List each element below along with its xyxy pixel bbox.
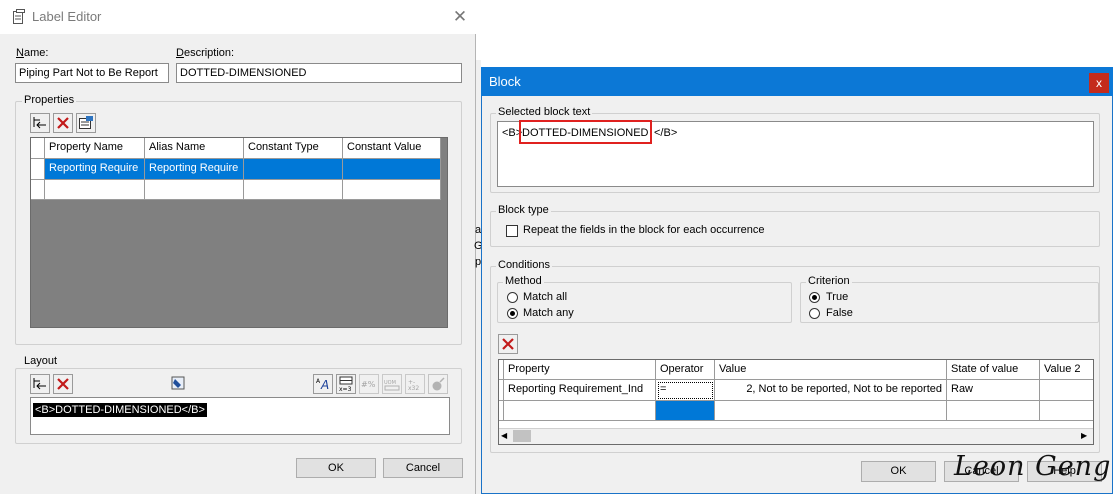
- delete-condition-button[interactable]: [498, 334, 518, 354]
- column-header-value[interactable]: Value: [715, 360, 947, 380]
- paint-format-button[interactable]: [170, 375, 186, 391]
- repeat-fields-label: Repeat the fields in the block for each …: [523, 224, 765, 236]
- empty-cell[interactable]: [1040, 401, 1093, 421]
- description-label: Description:: [176, 47, 235, 59]
- uom-button[interactable]: UOM: [382, 374, 402, 394]
- block-dialog-titlebar[interactable]: [481, 67, 1113, 96]
- special-button[interactable]: [428, 374, 448, 394]
- criterion-group-title: Criterion: [806, 275, 852, 287]
- svg-text:A: A: [320, 378, 329, 392]
- label-editor-close-icon[interactable]: ✕: [451, 8, 469, 26]
- column-header-state-of-value[interactable]: State of value: [947, 360, 1040, 380]
- svg-text:x=3: x=3: [339, 386, 352, 393]
- cell-constant-value[interactable]: [343, 159, 441, 180]
- properties-group-title: Properties: [22, 94, 77, 106]
- grid-corner: [31, 138, 45, 159]
- description-field[interactable]: DOTTED-DIMENSIONED: [176, 63, 462, 83]
- label-editor-app-icon: [13, 9, 25, 24]
- block-type-group-title: Block type: [496, 204, 551, 216]
- cell-state-of-value[interactable]: Raw: [947, 380, 1040, 401]
- criterion-false-radio[interactable]: [809, 308, 820, 319]
- column-header-operator[interactable]: Operator: [656, 360, 715, 380]
- row-header[interactable]: [31, 180, 45, 200]
- column-header-property-name[interactable]: Property Name: [45, 138, 145, 159]
- match-any-label: Match any: [523, 307, 574, 319]
- row-header[interactable]: [31, 159, 45, 180]
- formula-icon: x=3: [339, 376, 353, 393]
- svg-text:UOM: UOM: [384, 380, 396, 386]
- watermark-signature: Leon Geng: [954, 451, 1112, 482]
- criterion-true-radio[interactable]: [809, 292, 820, 303]
- block-ok-button[interactable]: OK: [861, 461, 936, 482]
- criterion-false-label: False: [826, 307, 853, 319]
- delete-icon: [57, 378, 69, 390]
- selected-block-group-title: Selected block text: [496, 106, 593, 118]
- repeat-fields-checkbox[interactable]: [506, 225, 518, 237]
- insert-field-icon: [33, 378, 46, 390]
- column-header-alias-name[interactable]: Alias Name: [145, 138, 244, 159]
- cell-alias-name[interactable]: Reporting Require: [145, 159, 244, 180]
- cell-value-2[interactable]: [1040, 380, 1093, 401]
- name-field[interactable]: Piping Part Not to Be Report: [15, 63, 169, 83]
- math-icon: +- x32: [408, 379, 419, 392]
- empty-cell[interactable]: [45, 180, 145, 200]
- math-button[interactable]: +- x32: [405, 374, 425, 394]
- column-header-constant-value[interactable]: Constant Value: [343, 138, 441, 159]
- property-picker-button[interactable]: [76, 113, 96, 133]
- layout-group-title: Layout: [22, 355, 60, 367]
- name-label: Name:: [16, 47, 49, 59]
- property-list-icon: [79, 116, 93, 129]
- cell-constant-type[interactable]: [244, 159, 343, 180]
- empty-cell[interactable]: [343, 180, 441, 200]
- empty-cell[interactable]: [715, 401, 947, 421]
- font-icon: A A: [316, 378, 329, 392]
- match-all-label: Match all: [523, 291, 568, 303]
- insert-field-button[interactable]: [30, 374, 50, 394]
- svg-text:#%: #%: [361, 380, 376, 389]
- delete-field-button[interactable]: [53, 374, 73, 394]
- layout-text[interactable]: <B>DOTTED-DIMENSIONED</B>: [33, 403, 207, 417]
- formula-button[interactable]: x=3: [336, 374, 356, 394]
- empty-cell[interactable]: [504, 401, 656, 421]
- insert-property-button[interactable]: [30, 113, 50, 133]
- column-header-constant-type[interactable]: Constant Type: [244, 138, 343, 159]
- label-editor-ok-button[interactable]: OK: [296, 458, 376, 478]
- cell-operator[interactable]: =: [656, 380, 715, 401]
- block-dialog-close-button[interactable]: x: [1089, 73, 1109, 93]
- empty-cell[interactable]: [947, 401, 1040, 421]
- scroll-right-icon[interactable]: ▶: [1081, 430, 1091, 442]
- cell-property-name[interactable]: Reporting Require: [45, 159, 145, 180]
- number-format-button[interactable]: #%: [359, 374, 379, 394]
- cell-property[interactable]: Reporting Requirement_Ind: [504, 380, 656, 401]
- column-header-property[interactable]: Property: [504, 360, 656, 380]
- conditions-group-title: Conditions: [496, 259, 552, 271]
- scrollbar-thumb[interactable]: [513, 430, 531, 442]
- column-header-value-2[interactable]: Value 2: [1040, 360, 1093, 380]
- selected-empty-cell[interactable]: [656, 401, 715, 421]
- block-dialog-title: Block: [489, 74, 521, 89]
- horizontal-scrollbar[interactable]: [499, 428, 1093, 444]
- empty-cell[interactable]: [145, 180, 244, 200]
- block-suffix-tag: </B>: [654, 127, 678, 139]
- label-editor-cancel-button[interactable]: Cancel: [383, 458, 463, 478]
- method-group-title: Method: [503, 275, 544, 287]
- font-format-button[interactable]: A A: [313, 374, 333, 394]
- svg-text:x32: x32: [408, 385, 419, 392]
- cell-value[interactable]: 2, Not to be reported, Not to be reporte…: [715, 380, 947, 401]
- paint-bucket-icon: [171, 376, 185, 390]
- match-all-radio[interactable]: [507, 292, 518, 303]
- number-format-icon: #%: [361, 380, 376, 389]
- special-icon: [432, 377, 445, 391]
- label-editor-title: Label Editor: [32, 9, 102, 24]
- delete-property-button[interactable]: [53, 113, 73, 133]
- delete-icon: [57, 117, 69, 129]
- uom-icon: UOM: [384, 380, 400, 391]
- scroll-left-icon[interactable]: ◀: [501, 430, 511, 442]
- block-highlighted-text[interactable]: DOTTED-DIMENSIONED: [522, 127, 649, 139]
- delete-icon: [502, 338, 514, 350]
- match-any-radio[interactable]: [507, 308, 518, 319]
- insert-row-icon: [33, 117, 46, 129]
- empty-cell[interactable]: [244, 180, 343, 200]
- criterion-true-label: True: [826, 291, 849, 303]
